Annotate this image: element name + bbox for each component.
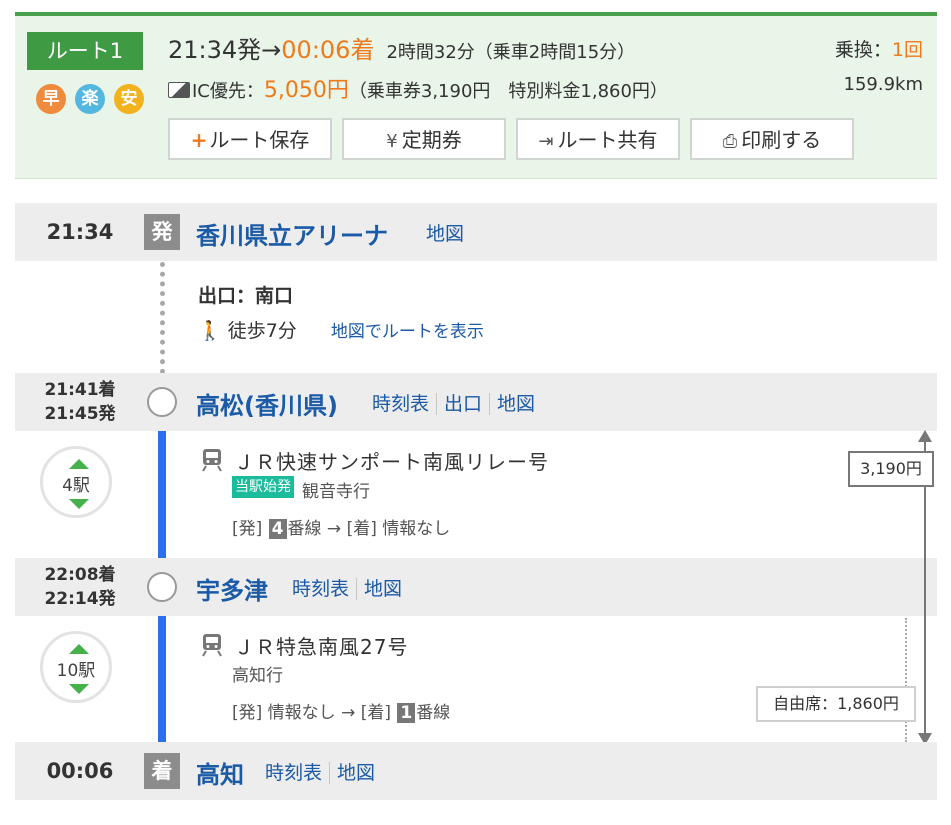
arrival-time: 22:08着: [44, 565, 116, 585]
station-name-takamatsu[interactable]: 高松(香川県): [196, 386, 338, 421]
duration: 2時間32分（乗車2時間15分）: [386, 42, 636, 63]
walk-icon: 🚶: [198, 320, 222, 342]
platform-number: 1: [397, 703, 416, 723]
expand-down-icon: [69, 499, 89, 509]
ic-card-icon: [168, 82, 190, 98]
expand-up-icon: [69, 459, 89, 469]
timetable-link[interactable]: 時刻表: [265, 762, 329, 784]
ic-label: IC優先：: [192, 81, 264, 102]
distance: 159.9km: [843, 74, 924, 95]
train-name: ＪＲ特急南風27号: [234, 635, 409, 659]
share-icon: ⇥: [538, 131, 554, 152]
exit-link[interactable]: 出口: [436, 393, 490, 415]
origin-badge: 当駅始発: [232, 476, 294, 498]
station-name-utazu[interactable]: 宇多津: [196, 571, 268, 606]
arrival-time: 00:06: [46, 759, 114, 783]
timetable-link[interactable]: 時刻表: [372, 393, 436, 415]
easy-icon: 楽: [75, 84, 105, 114]
station-node: [147, 387, 177, 417]
arrive-time: 00:06着: [281, 36, 375, 64]
depart-time: 21:34発: [168, 36, 262, 64]
transfer-info: 乗換：1回: [790, 35, 923, 62]
walk-line: [160, 262, 165, 374]
platform-info: [発] 4 番線 → [着] 情報なし: [232, 519, 451, 539]
yen-ticket-icon: ¥: [386, 131, 398, 152]
departure-time: 22:14発: [44, 589, 116, 609]
share-route-button[interactable]: ⇥ ルート共有: [516, 118, 680, 160]
price-detail: （乗車券3,190円 特別料金1,860円）: [348, 81, 668, 102]
takamatsu-times: 21:41着 21:45発: [15, 373, 145, 426]
fare-summary: IC優先：5,050円（乗車券3,190円 特別料金1,860円）: [168, 72, 668, 104]
utazu-times: 22:08着 22:14発: [15, 558, 145, 611]
transfer-label: 乗換：: [834, 39, 892, 61]
walk-time: 徒歩7分: [227, 320, 297, 342]
expand-up-icon: [69, 644, 89, 654]
departure-time: 21:34: [46, 220, 114, 244]
walk-info: 🚶 徒歩7分 地図でルートを表示: [198, 316, 484, 343]
station-name-kagawa-arena[interactable]: 香川県立アリーナ: [196, 216, 388, 251]
destination: 観音寺行: [302, 482, 370, 502]
train-icon: [202, 634, 222, 657]
total-price: 5,050円: [263, 78, 349, 103]
depart-mark: 発: [144, 214, 180, 250]
train-name: ＪＲ快速サンポート南風リレー号: [234, 450, 549, 474]
printer-icon: ⎙: [722, 131, 738, 152]
destination: 高知行: [232, 666, 283, 686]
expand-down-icon: [69, 684, 89, 694]
map-link[interactable]: 地図: [329, 762, 383, 784]
timetable-link[interactable]: 時刻表: [292, 578, 356, 600]
train-icon: [202, 449, 222, 472]
departure-time: 21:45発: [44, 404, 116, 424]
station-links: 地図: [426, 219, 471, 246]
station-node: [147, 572, 177, 602]
transfer-count: 1回: [891, 39, 923, 61]
stop-count: 10駅: [56, 661, 96, 681]
print-button[interactable]: ⎙ 印刷する: [690, 118, 854, 160]
stop-count-badge[interactable]: 4駅: [40, 446, 112, 518]
map-route-link[interactable]: 地図でルートを表示: [331, 322, 484, 342]
commuter-pass-button[interactable]: ¥ 定期券: [342, 118, 506, 160]
map-link[interactable]: 地図: [489, 393, 543, 415]
map-link[interactable]: 地図: [426, 223, 471, 245]
station-links: 時刻表 地図: [265, 758, 383, 785]
platform-info: [発] 情報なし → [着] 1 番線: [232, 703, 451, 723]
route-times: 21:34発→00:06着 2時間32分（乗車2時間15分）: [168, 30, 635, 65]
map-link[interactable]: 地図: [356, 578, 410, 600]
station-name-kochi[interactable]: 高知: [196, 755, 244, 790]
station-links: 時刻表 地図: [292, 574, 410, 601]
arrow: →: [261, 36, 282, 64]
seat-fare-line: [905, 618, 907, 742]
plus-icon: +: [190, 128, 208, 152]
arrive-mark: 着: [144, 753, 180, 789]
base-fare: 3,190円: [848, 451, 934, 487]
route-label: ルート1: [27, 32, 143, 70]
cheap-icon: 安: [114, 84, 144, 114]
stop-count-badge[interactable]: 10駅: [40, 631, 112, 703]
arrival-time: 21:41着: [44, 380, 116, 400]
stop-count: 4駅: [62, 476, 90, 496]
save-route-button[interactable]: + ルート保存: [168, 118, 332, 160]
seat-fare: 自由席：1,860円: [756, 686, 916, 722]
fast-icon: 早: [36, 84, 66, 114]
exit-label: 出口：南口: [198, 285, 294, 307]
platform-number: 4: [268, 519, 287, 539]
station-links: 時刻表 出口 地図: [372, 389, 543, 416]
